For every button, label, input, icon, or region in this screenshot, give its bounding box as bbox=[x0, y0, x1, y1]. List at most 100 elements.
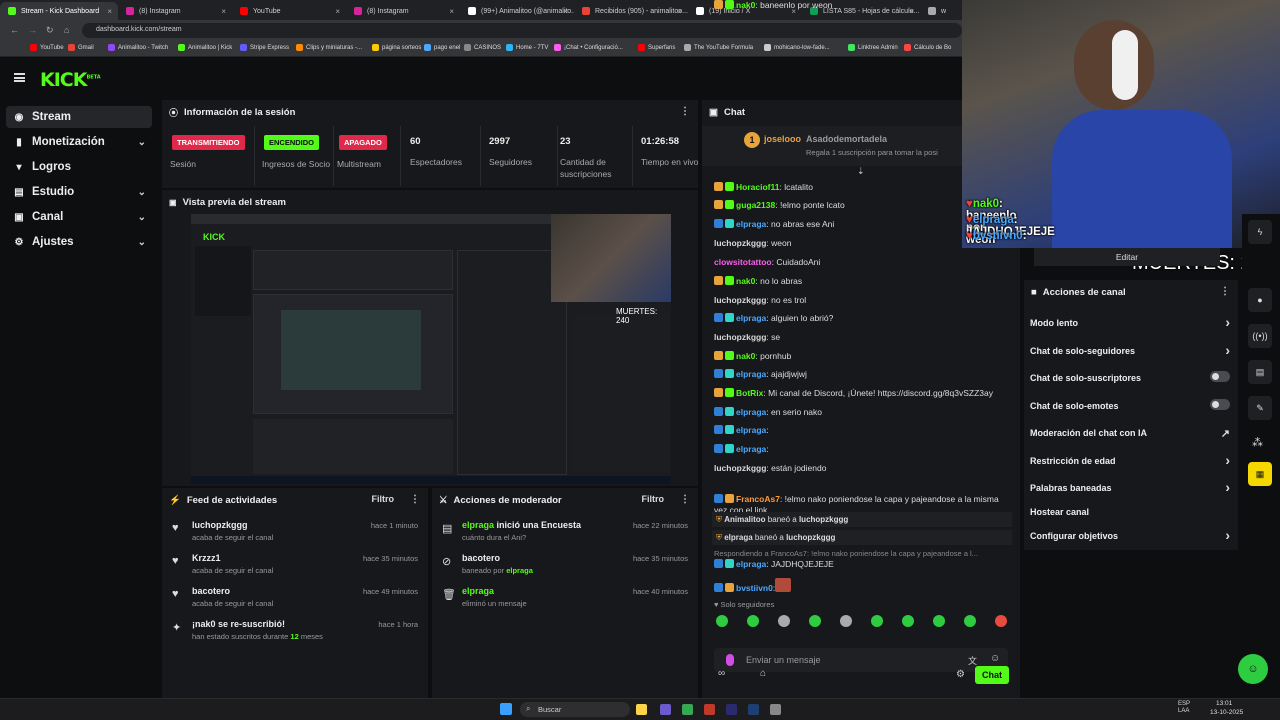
mod-item[interactable]: ⊘ bacotero baneado por elpraga hace 35 minu… bbox=[432, 553, 698, 587]
rail-bolt-icon[interactable]: ϟ bbox=[1248, 220, 1272, 244]
chat-username[interactable]: elpraga bbox=[736, 313, 766, 323]
bookmark-item[interactable]: CASINOS bbox=[464, 44, 501, 51]
edit-button[interactable]: Editar bbox=[1034, 248, 1220, 266]
taskbar-app3-icon[interactable] bbox=[770, 704, 781, 715]
chat-username[interactable]: luchopzkggg bbox=[714, 295, 766, 305]
channel-action-item[interactable]: Moderación del chat con IA ↗ bbox=[1030, 428, 1230, 440]
chevron-down-icon[interactable]: ⌄ bbox=[138, 187, 146, 198]
feed-kebab-icon[interactable]: ⋮ bbox=[410, 494, 420, 505]
rail-calendar-icon[interactable]: ▦ bbox=[1248, 462, 1272, 486]
chat-message[interactable]: bvstiivn0: bbox=[714, 578, 1014, 594]
emote-icon[interactable] bbox=[747, 615, 759, 627]
channel-action-item[interactable]: Hostear canal bbox=[1030, 507, 1230, 517]
mic-icon[interactable] bbox=[726, 654, 734, 666]
taskbar-lang[interactable]: ESP LAA bbox=[1178, 701, 1198, 715]
emote-icon[interactable] bbox=[902, 615, 914, 627]
bookmark-item[interactable]: Animalitoo - Twitch bbox=[108, 44, 168, 51]
mod-user[interactable]: elpraga bbox=[462, 520, 494, 530]
mod-notice-user[interactable]: Animalitoo bbox=[724, 515, 765, 524]
taskbar-explorer-icon[interactable] bbox=[636, 704, 647, 715]
home-icon[interactable]: ⌂ bbox=[64, 25, 69, 35]
menu-icon[interactable] bbox=[14, 73, 25, 82]
forward-icon[interactable]: → bbox=[28, 25, 37, 35]
taskbar-photoshop-icon[interactable] bbox=[748, 704, 759, 715]
chat-username[interactable]: bvstiivn0 bbox=[736, 583, 773, 593]
feed-item[interactable]: ✦ ¡nak0 se re-suscribió! han estado suscri… bbox=[162, 619, 428, 653]
emote-icon[interactable] bbox=[871, 615, 883, 627]
shop-icon[interactable]: ⌂ bbox=[760, 668, 766, 679]
feed-item[interactable]: ♥ Krzzz1 acaba de seguir el canal hace 35 m… bbox=[162, 553, 428, 587]
bookmark-item[interactable]: Stripe Express bbox=[240, 44, 289, 51]
channel-action-item[interactable]: Palabras baneadas › bbox=[1030, 479, 1230, 495]
bookmark-item[interactable]: pago enel bbox=[424, 44, 460, 51]
chat-message[interactable]: elpraga: bbox=[714, 425, 1014, 436]
feed-item[interactable]: ♥ luchopzkggg acaba de seguir el canal hace… bbox=[162, 520, 428, 554]
chat-username[interactable]: elpraga bbox=[736, 369, 766, 379]
bookmark-item[interactable]: Clips y miniaturas -... bbox=[296, 44, 362, 51]
chat-message[interactable]: clowsitotattoo: CuidadoAni bbox=[714, 257, 1014, 268]
browser-tab[interactable]: (8) Instagram × bbox=[346, 2, 460, 20]
chat-username[interactable]: luchopzkggg bbox=[714, 332, 766, 342]
channel-actions-kebab-icon[interactable]: ⋮ bbox=[1220, 286, 1230, 297]
emote-icon[interactable] bbox=[933, 615, 945, 627]
emote-icon[interactable] bbox=[809, 615, 821, 627]
toggle-switch[interactable] bbox=[1210, 371, 1230, 382]
feed-item-name[interactable]: ¡nak0 se re-suscribió! bbox=[192, 619, 285, 629]
chat-username[interactable]: FrancoAs7 bbox=[736, 494, 780, 504]
bookmark-item[interactable]: mohicano-low-fade... bbox=[764, 44, 830, 51]
emote-icon[interactable] bbox=[840, 615, 852, 627]
points-icon[interactable]: ∞ bbox=[718, 668, 725, 679]
chevron-down-icon[interactable]: ⌄ bbox=[138, 237, 146, 248]
rail-chat-icon[interactable]: ● bbox=[1248, 288, 1272, 312]
mod-item[interactable]: ▤ elpraga inició una Encuesta cuánto dura … bbox=[432, 520, 698, 554]
feed-item-name[interactable]: bacotero bbox=[192, 586, 230, 596]
chat-username[interactable]: nak0 bbox=[736, 0, 755, 10]
support-button[interactable]: ☺ bbox=[1238, 654, 1268, 684]
bookmark-item[interactable]: ¡Chat • Configuració... bbox=[554, 44, 623, 51]
chat-username[interactable]: luchopzkggg bbox=[714, 463, 766, 473]
channel-action-item[interactable]: Configurar objetivos › bbox=[1030, 527, 1230, 543]
chevron-down-icon[interactable]: ⌄ bbox=[138, 137, 146, 148]
feed-item[interactable]: ♥ bacotero acaba de seguir el canal hace 49… bbox=[162, 586, 428, 620]
mod-filter-button[interactable]: Filtro bbox=[642, 494, 665, 504]
mod-notice-user[interactable]: elpraga bbox=[724, 533, 752, 542]
chat-message[interactable]: elpraga: bbox=[714, 444, 1014, 455]
taskbar-app2-icon[interactable] bbox=[704, 704, 715, 715]
bookmark-item[interactable]: Linktree Admin bbox=[848, 44, 898, 51]
chat-username[interactable]: nak0 bbox=[736, 351, 755, 361]
sidebar-item-ajustes[interactable]: ⚙ Ajustes ⌄ bbox=[6, 231, 152, 253]
emote-icon[interactable] bbox=[995, 615, 1007, 627]
chat-username[interactable]: guga2138 bbox=[736, 200, 775, 210]
chat-settings-icon[interactable]: ⚙ bbox=[956, 669, 965, 680]
chat-username[interactable]: BotRix bbox=[736, 388, 763, 398]
emote-icon[interactable] bbox=[778, 615, 790, 627]
browser-tab[interactable]: (99+) Animalitoo (@animalito... × bbox=[460, 2, 574, 20]
rail-users-icon[interactable]: ⁂ bbox=[1252, 436, 1263, 449]
rail-broadcast-icon[interactable]: ((•)) bbox=[1248, 324, 1272, 348]
chat-username[interactable]: nak0 bbox=[736, 276, 755, 286]
taskbar-search[interactable]: ⌕ Buscar bbox=[520, 702, 630, 717]
scroll-down-icon[interactable]: ⇣ bbox=[857, 166, 865, 177]
taskbar-chrome-icon[interactable] bbox=[682, 704, 693, 715]
mod-notice-target[interactable]: luchopzkggg bbox=[799, 515, 848, 524]
chat-username[interactable]: luchopzkggg bbox=[714, 238, 766, 248]
bookmark-item[interactable]: página sorteos bbox=[372, 44, 421, 51]
taskbar-app-icon[interactable] bbox=[660, 704, 671, 715]
bookmark-item[interactable]: Home - 7TV bbox=[506, 44, 548, 51]
chevron-right-icon[interactable]: › bbox=[1225, 479, 1230, 495]
bookmark-item[interactable]: The YouTube Formula bbox=[684, 44, 753, 51]
stream-preview-video[interactable]: KICK MUERTES: 240 bbox=[191, 214, 671, 484]
browser-tab[interactable]: (8) Instagram × bbox=[118, 2, 232, 20]
chat-username[interactable]: elpraga bbox=[736, 219, 766, 229]
channel-action-item[interactable]: Restricción de edad › bbox=[1030, 452, 1230, 468]
tab-close-icon[interactable]: × bbox=[221, 7, 226, 16]
kebab-icon[interactable]: ⋮ bbox=[680, 106, 690, 117]
browser-tab[interactable]: Stream - Kick Dashboard × bbox=[0, 2, 118, 20]
chat-username[interactable]: elpraga bbox=[736, 444, 766, 454]
chevron-right-icon[interactable]: › bbox=[1225, 342, 1230, 358]
mod-kebab-icon[interactable]: ⋮ bbox=[680, 494, 690, 505]
mod-notice-target[interactable]: luchopzkggg bbox=[786, 533, 835, 542]
chat-message[interactable]: elpraga: ajajdjwjwj bbox=[714, 369, 1014, 380]
browser-tab[interactable]: YouTube × bbox=[232, 2, 346, 20]
mod-item[interactable]: 🗑 elpraga eliminó un mensaje hace 40 minuto… bbox=[432, 586, 698, 620]
